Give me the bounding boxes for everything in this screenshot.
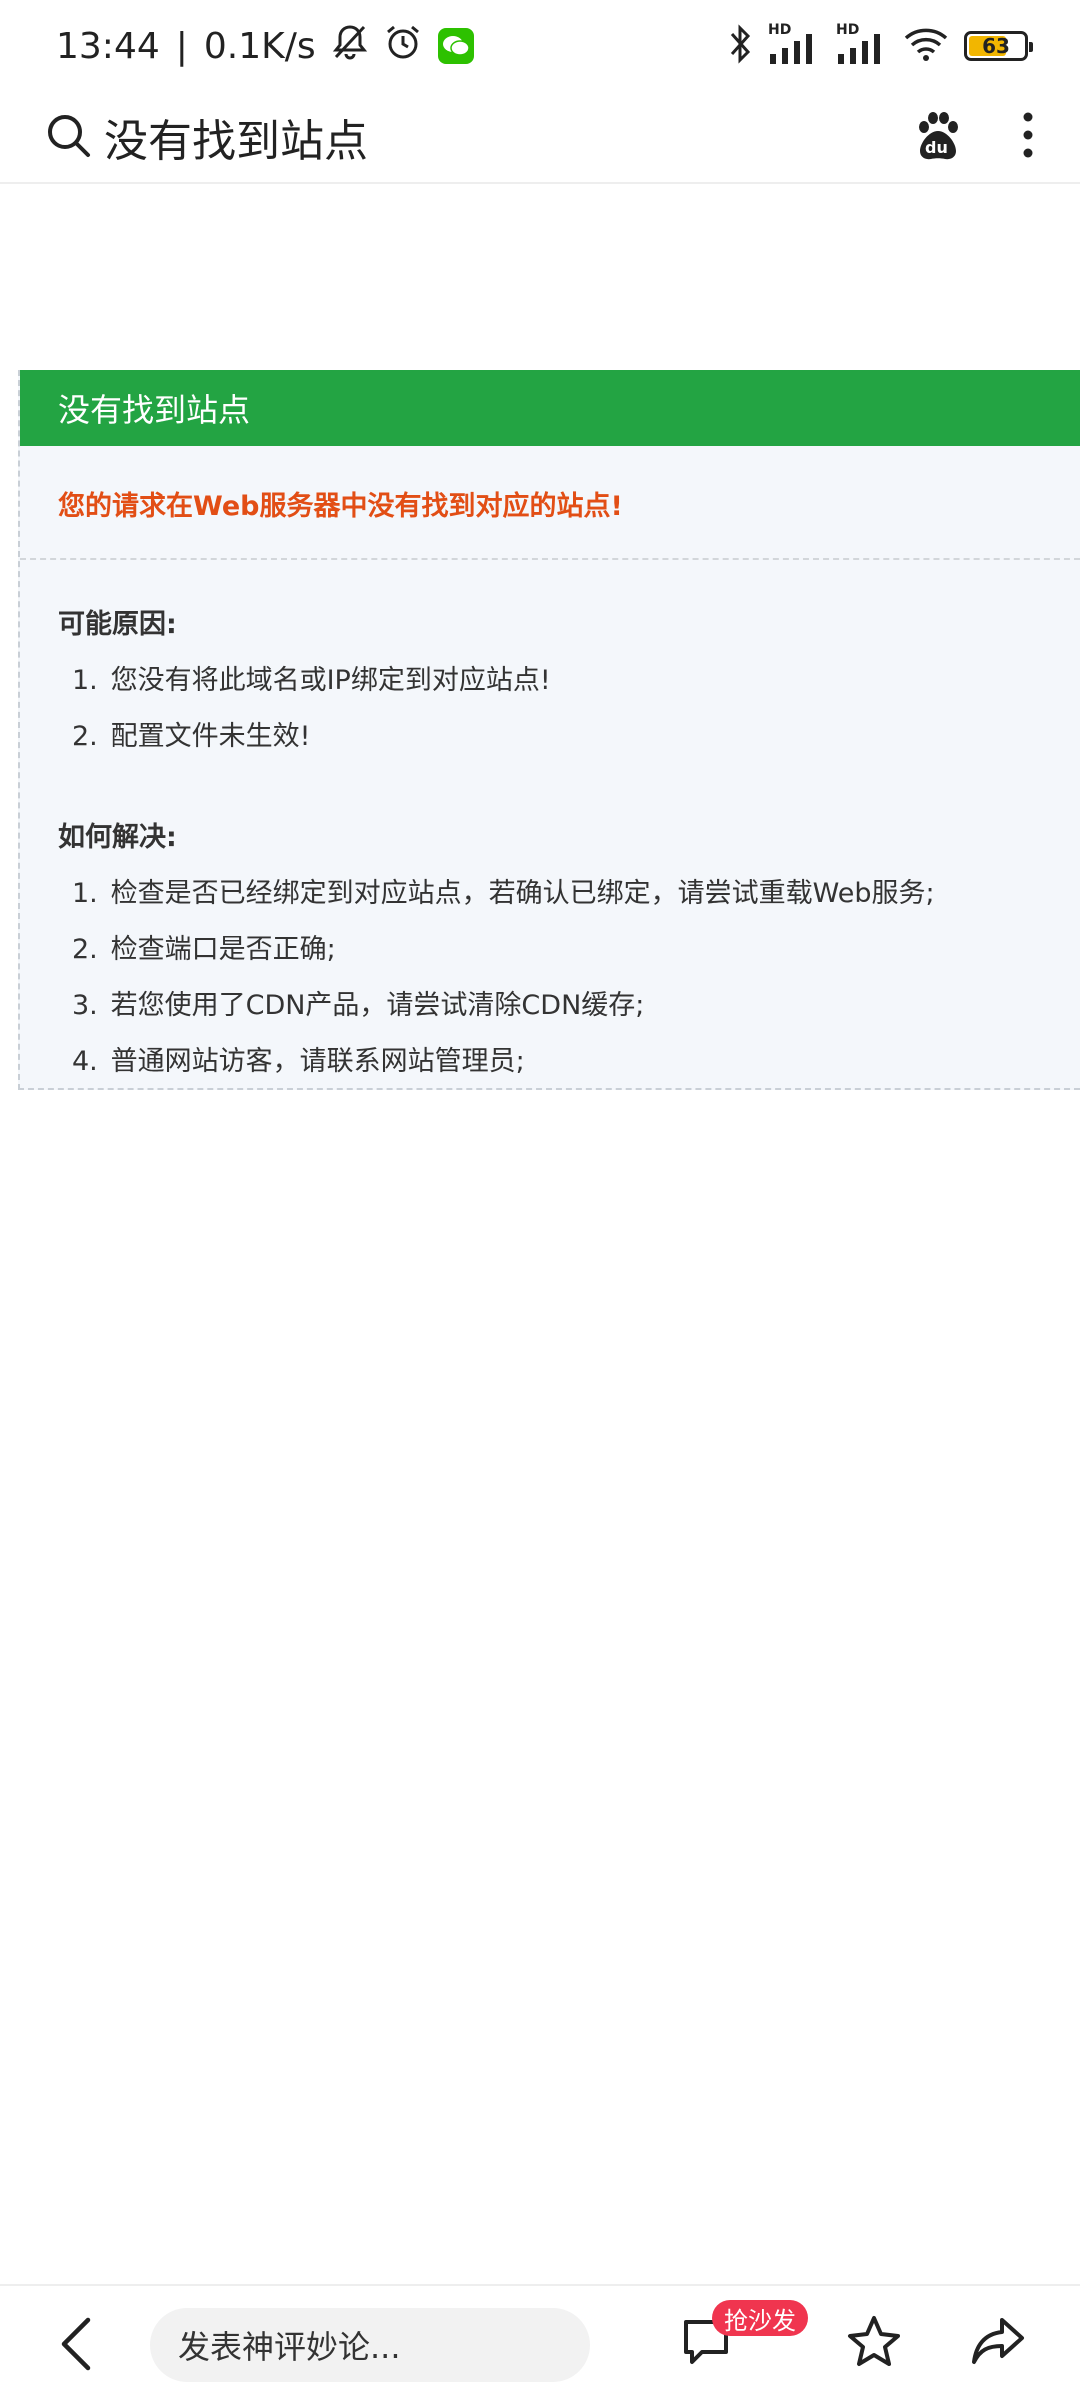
reasons-title: 可能原因: — [58, 609, 177, 640]
alarm-icon — [384, 23, 422, 70]
top-bar: 没有找到站点 du — [0, 92, 1080, 184]
list-item: 1. 您没有将此域名或IP绑定到对应站点! — [72, 653, 1080, 709]
list-text: 您没有将此域名或IP绑定到对应站点! — [110, 665, 551, 696]
bottom-bar: 发表神评妙论... 抢沙发 — [0, 2284, 1080, 2400]
status-net-speed: 0.1K/s — [203, 25, 316, 67]
reasons-list: 1. 您没有将此域名或IP绑定到对应站点! 2. 配置文件未生效! — [20, 653, 1080, 765]
list-item: 1. 检查是否已经绑定到对应站点，若确认已绑定，请尝试重载Web服务; — [72, 866, 1080, 922]
baidu-icon[interactable]: du — [914, 111, 962, 163]
list-item: 2. 配置文件未生效! — [72, 709, 1080, 765]
list-item: 4. 普通网站访客，请联系网站管理员; — [72, 1034, 1080, 1090]
list-number: 1. — [72, 665, 98, 696]
status-time: 13:44 — [56, 25, 160, 67]
list-number: 2. — [72, 934, 98, 965]
card-header: 没有找到站点 — [20, 370, 1080, 446]
battery-percent: 63 — [982, 34, 1010, 58]
baidu-label: du — [925, 138, 948, 157]
list-text: 检查是否已经绑定到对应站点，若确认已绑定，请尝试重载Web服务; — [110, 878, 935, 909]
list-number: 1. — [72, 878, 98, 909]
list-text: 配置文件未生效! — [110, 721, 311, 752]
bluetooth-icon — [728, 24, 752, 68]
list-number: 4. — [72, 1046, 98, 1077]
solutions-list: 1. 检查是否已经绑定到对应站点，若确认已绑定，请尝试重载Web服务; 2. 检… — [20, 866, 1080, 1090]
error-headline: 您的请求在Web服务器中没有找到对应的站点! — [20, 446, 1080, 560]
page-title[interactable]: 没有找到站点 — [104, 105, 914, 169]
list-text: 检查端口是否正确; — [110, 934, 336, 965]
more-icon[interactable] — [1020, 109, 1036, 165]
status-right: HD HD 63 — [728, 22, 1033, 68]
status-left: 13:44 | 0.1K/s — [56, 23, 474, 70]
status-bar: 13:44 | 0.1K/s HD HD 63 — [0, 0, 1080, 92]
star-icon[interactable] — [846, 2314, 902, 2374]
search-icon[interactable] — [44, 111, 92, 163]
list-item: 3. 若您使用了CDN产品，请尝试清除CDN缓存; — [72, 978, 1080, 1034]
bell-off-icon — [332, 23, 368, 70]
error-card: 没有找到站点 您的请求在Web服务器中没有找到对应的站点! 可能原因: 1. 您… — [18, 370, 1080, 1090]
share-icon[interactable] — [970, 2316, 1026, 2372]
signal-icon-2: HD — [836, 22, 888, 66]
list-text: 普通网站访客，请联系网站管理员; — [110, 1046, 525, 1077]
top-actions: du — [914, 109, 1036, 165]
signal-icon: HD — [768, 22, 820, 66]
wechat-icon — [437, 28, 474, 64]
list-number: 2. — [72, 721, 98, 752]
wifi-icon — [904, 26, 948, 66]
status-separator: | — [175, 25, 188, 67]
sofa-badge[interactable]: 抢沙发 — [712, 2300, 808, 2336]
solutions-title: 如何解决: — [58, 822, 177, 853]
list-text: 若您使用了CDN产品，请尝试清除CDN缓存; — [110, 990, 645, 1021]
comment-input[interactable]: 发表神评妙论... — [150, 2308, 590, 2382]
battery-icon: 63 — [964, 31, 1033, 61]
back-icon[interactable] — [56, 2316, 96, 2376]
list-item: 2. 检查端口是否正确; — [72, 922, 1080, 978]
list-number: 3. — [72, 990, 98, 1021]
